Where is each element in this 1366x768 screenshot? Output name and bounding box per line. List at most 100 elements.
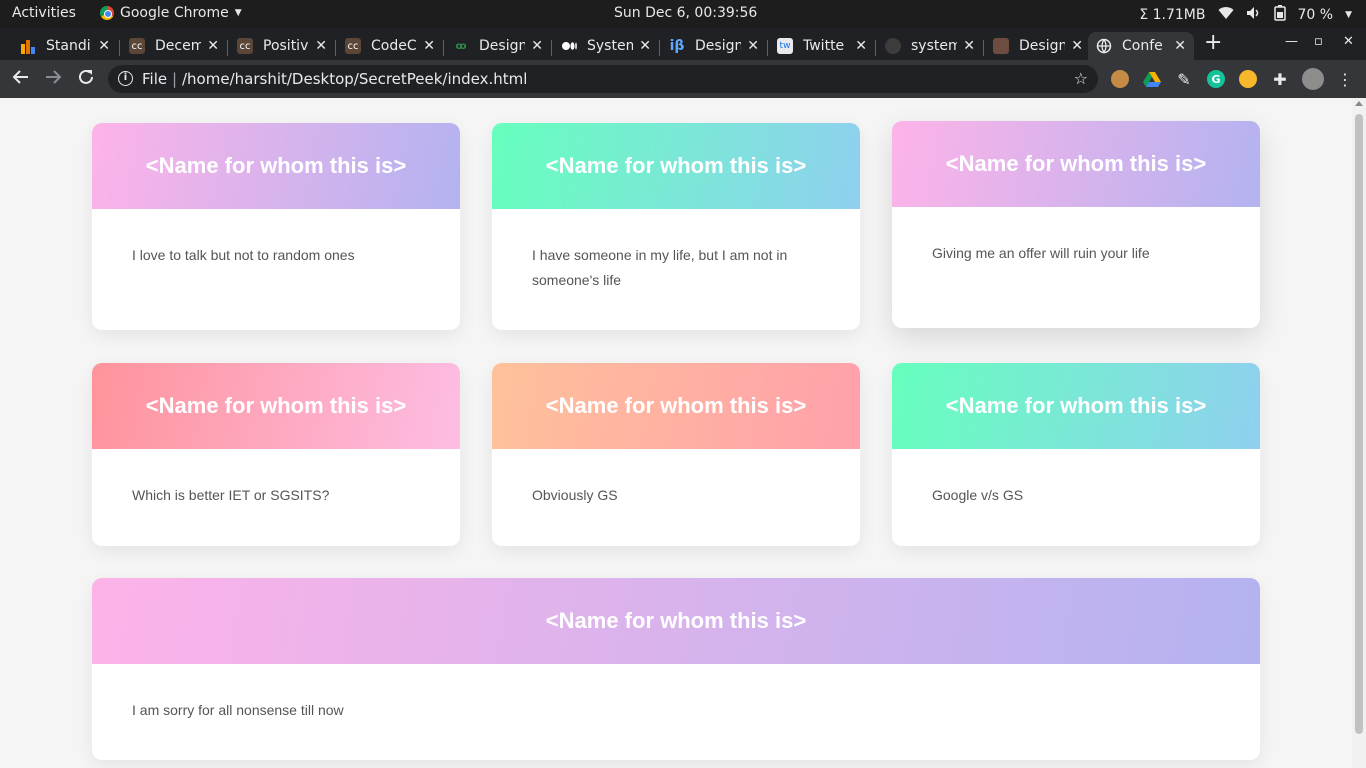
new-tab-plus-icon[interactable]: +: [1204, 32, 1222, 54]
caret-down-icon: ▼: [1345, 10, 1352, 20]
tab-title: CodeC: [371, 38, 417, 54]
card-message: Obviously GS: [532, 487, 618, 503]
close-tab-icon[interactable]: ✕: [531, 38, 543, 54]
close-tab-icon[interactable]: ✕: [639, 38, 651, 54]
address-bar[interactable]: i File | /home/harshit/Desktop/SecretPee…: [108, 65, 1098, 93]
grammarly-icon[interactable]: G: [1207, 70, 1225, 88]
wifi-icon: [1218, 6, 1234, 24]
card-recipient-name: <Name for whom this is>: [892, 121, 1260, 207]
cookie-extension-icon[interactable]: [1111, 70, 1129, 88]
close-tab-icon[interactable]: ✕: [747, 38, 759, 54]
twitter-favicon-icon: tw: [777, 38, 793, 54]
tab-design-avatar[interactable]: Design ✕: [985, 32, 1091, 60]
profile-avatar[interactable]: [1302, 68, 1324, 90]
google-drive-icon[interactable]: [1143, 70, 1161, 88]
tab-system-github[interactable]: system ✕: [877, 32, 983, 60]
geeksforgeeks-favicon-icon: ꝏ: [455, 40, 467, 52]
card-message: I love to talk but not to random ones: [132, 247, 355, 263]
tab-title: Standi: [46, 38, 91, 54]
system-tray[interactable]: Σ 1.71MB 70 % ▼: [1139, 5, 1352, 25]
forward-arrow-icon[interactable]: [44, 68, 62, 91]
tab-title: Design: [479, 38, 526, 54]
tab-title: Design: [695, 38, 742, 54]
card-recipient-name: <Name for whom this is>: [92, 363, 460, 449]
codechef-favicon-icon: cc: [129, 38, 145, 54]
chart-favicon-icon: [20, 38, 36, 54]
close-window-icon[interactable]: ✕: [1343, 34, 1354, 49]
tab-twitter[interactable]: tw Twitte ✕: [769, 32, 875, 60]
close-tab-icon[interactable]: ✕: [855, 38, 867, 54]
confession-card: <Name for whom this is> I love to talk b…: [92, 123, 460, 330]
tab-title: system: [911, 38, 958, 54]
tab-title: Design: [1019, 38, 1066, 54]
clock[interactable]: Sun Dec 6, 00:39:56: [614, 5, 757, 21]
close-tab-icon[interactable]: ✕: [315, 38, 327, 54]
github-favicon-icon: [885, 38, 901, 54]
bookmark-star-icon[interactable]: ☆: [1074, 69, 1088, 88]
extensions-puzzle-icon[interactable]: ✚: [1271, 70, 1289, 89]
close-tab-icon[interactable]: ✕: [207, 38, 219, 54]
volume-icon: [1246, 6, 1262, 24]
tab-codechef[interactable]: cc CodeC ✕: [337, 32, 443, 60]
tab-design-interviewbit[interactable]: iβ Design ✕: [661, 32, 767, 60]
card-recipient-name: <Name for whom this is>: [92, 578, 1260, 664]
tab-system-medium[interactable]: System ✕: [553, 32, 659, 60]
memory-indicator: Σ 1.71MB: [1139, 7, 1206, 23]
interviewbit-favicon-icon: iβ: [669, 38, 685, 54]
scroll-up-arrow-icon[interactable]: [1355, 101, 1363, 106]
close-tab-icon[interactable]: ✕: [1174, 38, 1186, 54]
minimize-icon[interactable]: —: [1285, 34, 1298, 49]
battery-level: 70 %: [1297, 7, 1334, 23]
card-recipient-name: <Name for whom this is>: [892, 363, 1260, 449]
caret-down-icon: ▼: [234, 8, 242, 18]
tab-title: Decem: [155, 38, 202, 54]
tab-strip: Standi ✕ cc Decem ✕ cc Positiv ✕ cc Code…: [0, 28, 1366, 60]
card-recipient-name: <Name for whom this is>: [92, 123, 460, 209]
close-tab-icon[interactable]: ✕: [98, 38, 110, 54]
globe-favicon-icon: [1096, 38, 1112, 54]
confession-card: <Name for whom this is> Giving me an off…: [892, 121, 1260, 328]
honey-extension-icon[interactable]: [1239, 70, 1257, 88]
card-message: I have someone in my life, but I am not …: [532, 247, 788, 288]
divider: |: [172, 70, 178, 88]
confession-card: <Name for whom this is> Google v/s GS: [892, 363, 1260, 546]
back-arrow-icon[interactable]: [12, 68, 30, 91]
app-name: Google Chrome: [120, 5, 229, 21]
tab-december[interactable]: cc Decem ✕: [121, 32, 227, 60]
confession-card: <Name for whom this is> I have someone i…: [492, 123, 860, 330]
tab-title: Twitte: [803, 38, 845, 54]
scrollbar-thumb[interactable]: [1355, 114, 1363, 734]
tab-title: Positiv: [263, 38, 309, 54]
pen-extension-icon[interactable]: ✎: [1175, 70, 1193, 89]
page-scrollbar[interactable]: [1352, 98, 1366, 768]
tab-design-gfg[interactable]: ꝏ Design ✕: [445, 32, 551, 60]
card-message: Google v/s GS: [932, 487, 1024, 503]
close-tab-icon[interactable]: ✕: [423, 38, 435, 54]
chrome-icon: [100, 6, 114, 20]
card-recipient-name: <Name for whom this is>: [492, 363, 860, 449]
reload-icon[interactable]: [77, 68, 95, 91]
system-top-bar: Activities Google Chrome ▼ Sun Dec 6, 00…: [0, 0, 1366, 28]
activities-button[interactable]: Activities: [12, 5, 76, 21]
info-icon[interactable]: i: [118, 71, 133, 86]
tab-confessions-active[interactable]: Confe ✕: [1088, 32, 1194, 60]
card-message: Giving me an offer will ruin your life: [932, 245, 1150, 261]
medium-favicon-icon: [561, 38, 577, 54]
tab-title: System: [587, 38, 634, 54]
tab-standings[interactable]: Standi ✕: [12, 32, 118, 60]
url-text[interactable]: /home/harshit/Desktop/SecretPeek/index.h…: [182, 70, 527, 88]
tab-positive[interactable]: cc Positiv ✕: [229, 32, 335, 60]
card-recipient-name: <Name for whom this is>: [492, 123, 860, 209]
close-tab-icon[interactable]: ✕: [1071, 38, 1083, 54]
card-message: I am sorry for all nonsense till now: [132, 702, 344, 718]
confession-card-wide: <Name for whom this is> I am sorry for a…: [92, 578, 1260, 760]
confession-card: <Name for whom this is> Which is better …: [92, 363, 460, 546]
codechef-favicon-icon: cc: [345, 38, 361, 54]
app-menu[interactable]: Google Chrome ▼: [100, 5, 242, 21]
confession-card: <Name for whom this is> Obviously GS: [492, 363, 860, 546]
maximize-icon[interactable]: ▫: [1314, 34, 1323, 49]
file-label: File: [142, 70, 168, 88]
close-tab-icon[interactable]: ✕: [963, 38, 975, 54]
kebab-menu-icon[interactable]: ⋮: [1336, 70, 1354, 89]
codechef-favicon-icon: cc: [237, 38, 253, 54]
